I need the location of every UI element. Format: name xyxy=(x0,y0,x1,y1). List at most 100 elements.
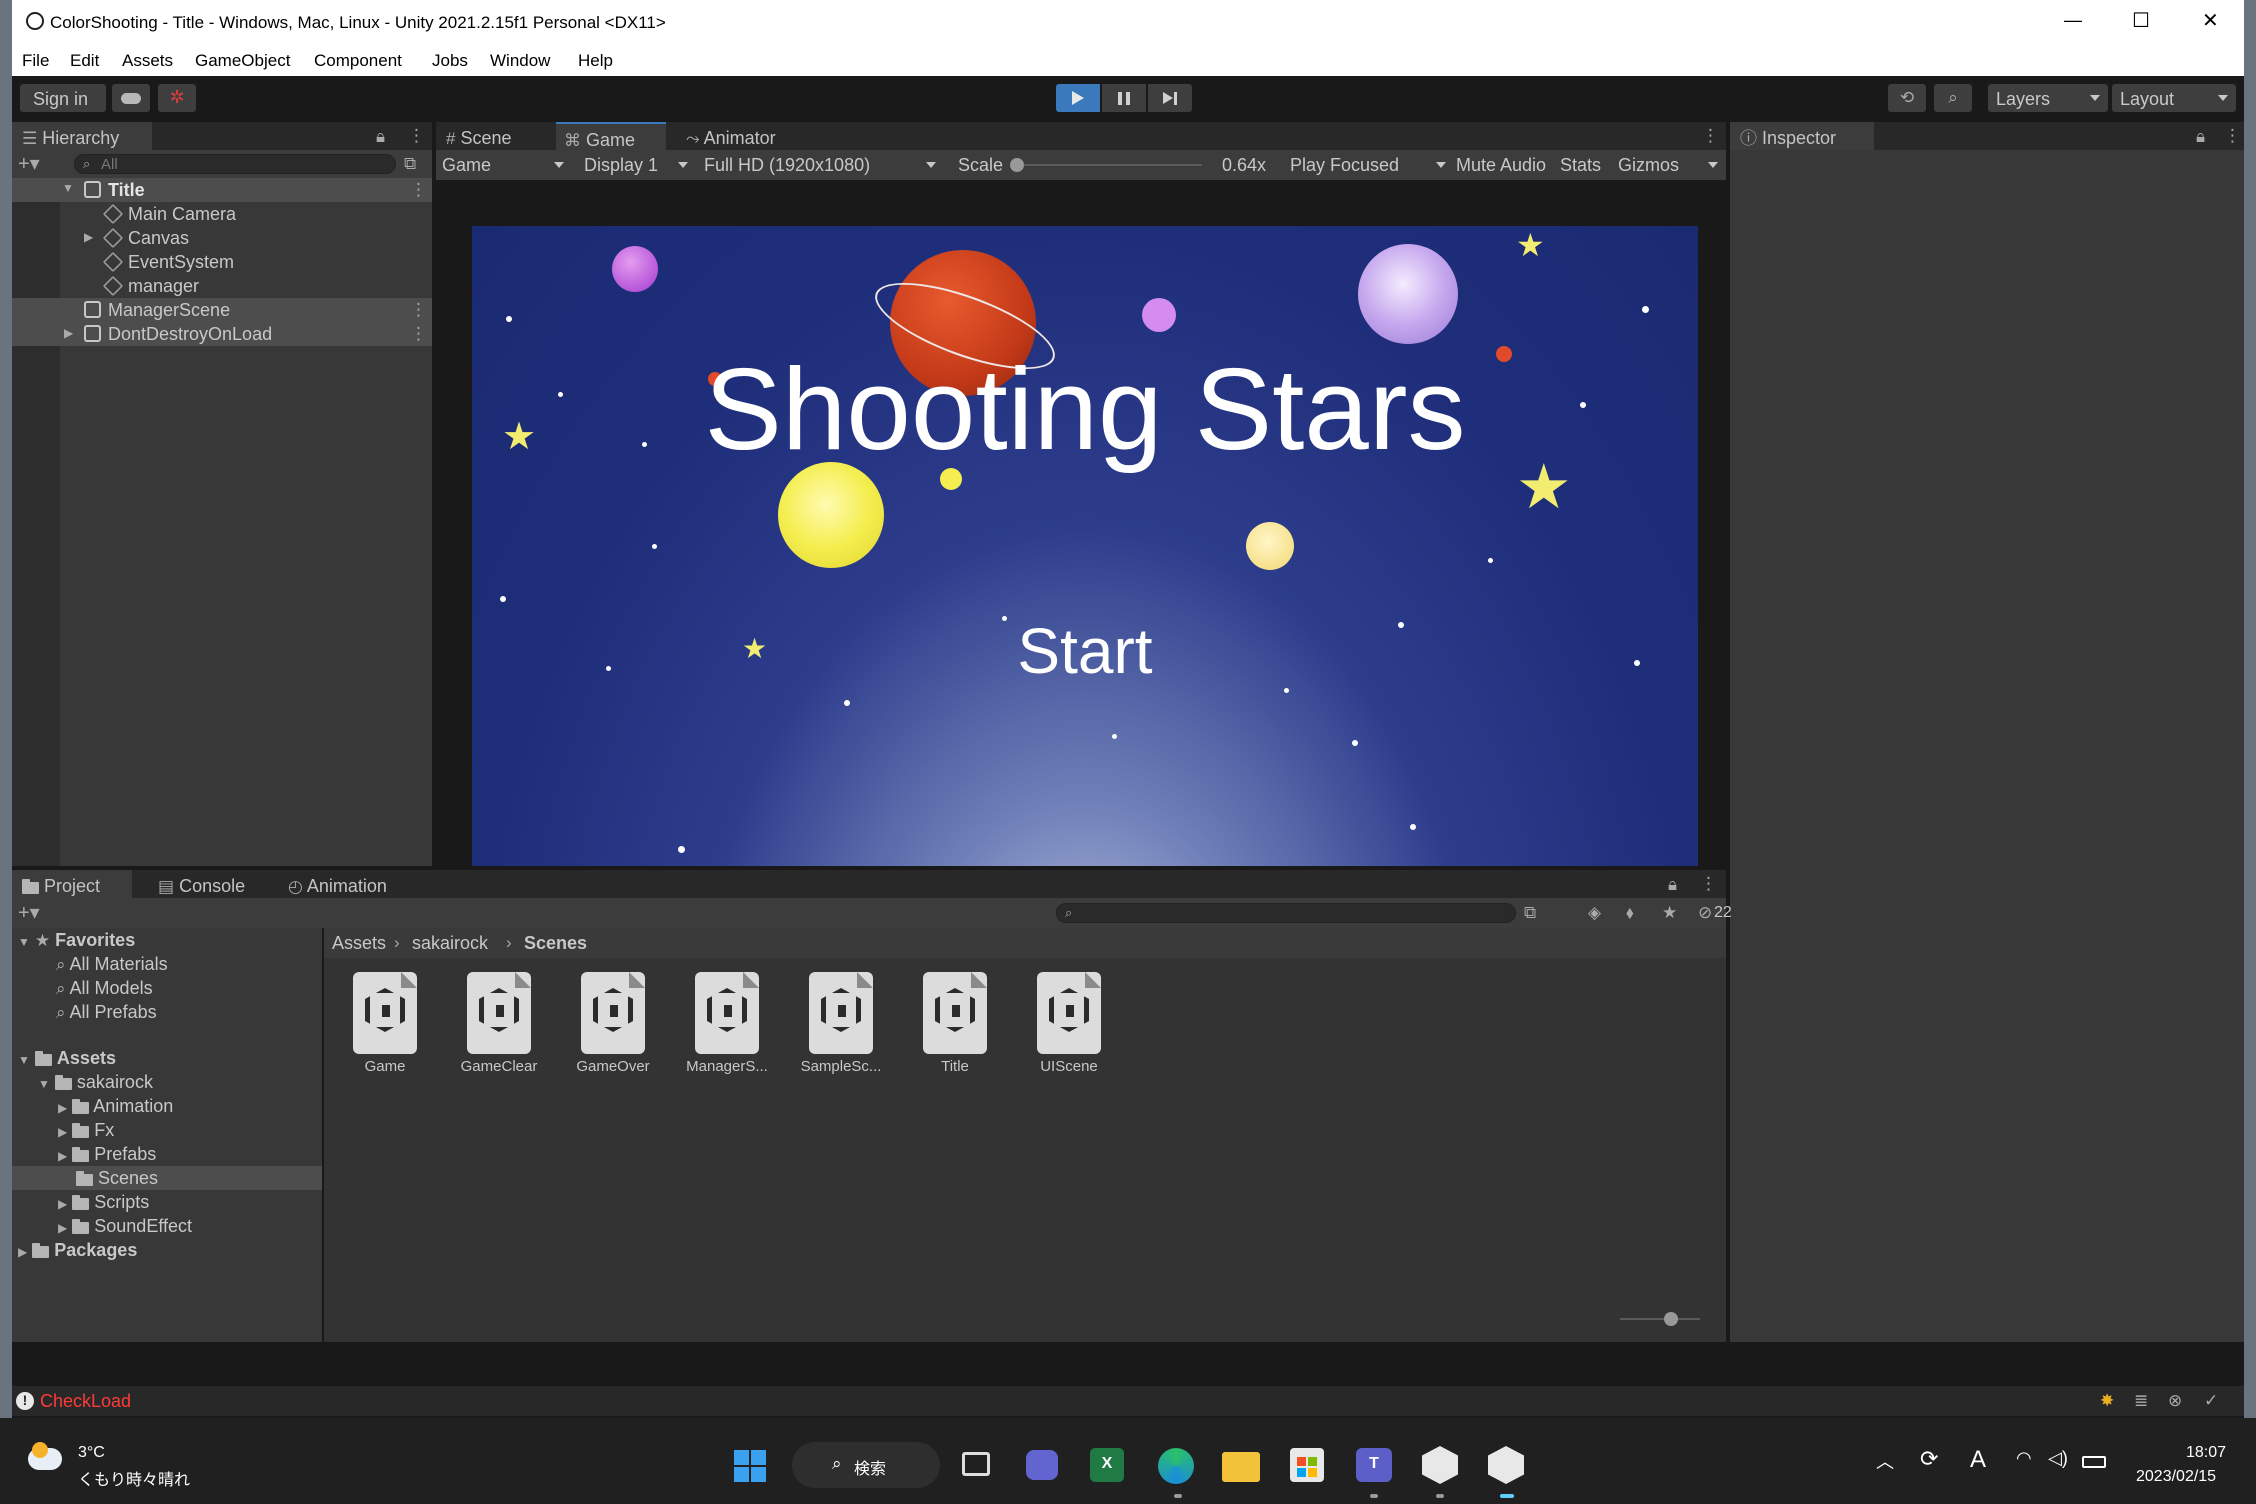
expand-arrow-icon[interactable]: ▶ xyxy=(58,1125,67,1139)
wifi-icon[interactable]: ◠ xyxy=(2016,1448,2032,1469)
tab-project[interactable]: Project xyxy=(12,870,132,898)
folder-item-fx[interactable]: ▶ Fx xyxy=(58,1120,114,1141)
breadcrumb-item[interactable]: sakairock xyxy=(412,933,488,954)
hidden-eye-icon[interactable]: ⊘ xyxy=(1698,904,1712,921)
cloud-icon[interactable] xyxy=(112,84,150,112)
display-dropdown[interactable]: Display 1 xyxy=(580,153,692,177)
unity-hub-icon[interactable] xyxy=(1422,1446,1458,1484)
maximize-button[interactable]: ☐ xyxy=(2132,8,2150,33)
folder-item-soundeffect[interactable]: ▶ SoundEffect xyxy=(58,1216,192,1237)
packages-row[interactable]: ▶ Packages xyxy=(18,1240,137,1261)
filter-type-icon[interactable]: ⧉ xyxy=(1524,904,1536,921)
pause-button[interactable] xyxy=(1102,84,1146,112)
menu-assets[interactable]: Assets xyxy=(122,51,173,71)
more-icon[interactable]: ⋮ xyxy=(410,301,427,318)
icon-size-slider[interactable] xyxy=(1620,1312,1700,1326)
hierarchy-row[interactable]: ▶ Canvas xyxy=(12,226,432,250)
minimize-button[interactable]: — xyxy=(2064,10,2082,31)
scene-asset[interactable]: UIScene xyxy=(1028,972,1110,1075)
expand-arrow-icon[interactable]: ▼ xyxy=(18,1053,30,1067)
expand-arrow-icon[interactable]: ▶ xyxy=(18,1245,27,1259)
lock-icon[interactable]: 🔒︎ xyxy=(2196,128,2205,145)
favorite-item[interactable]: ⌕ All Models xyxy=(56,978,153,999)
project-search-input[interactable]: ⌕ xyxy=(1056,903,1516,923)
tray-chevron-icon[interactable]: ︿ xyxy=(1876,1448,1894,1474)
menu-component[interactable]: Component xyxy=(314,51,402,71)
play-focused-dropdown[interactable]: Play Focused xyxy=(1286,153,1450,177)
more-icon[interactable]: ⋮ xyxy=(410,181,427,198)
expand-arrow-icon[interactable]: ▶ xyxy=(58,1221,67,1235)
excel-icon[interactable]: X xyxy=(1090,1448,1124,1482)
menu-edit[interactable]: Edit xyxy=(70,51,99,71)
layers-dropdown[interactable]: Layers xyxy=(1988,84,2108,112)
favorite-star-icon[interactable]: ★ xyxy=(1662,904,1677,921)
menu-window[interactable]: Window xyxy=(490,51,550,71)
battery-icon[interactable] xyxy=(2082,1456,2106,1468)
task-view-icon[interactable] xyxy=(962,1452,990,1476)
more-icon[interactable]: ⋮ xyxy=(1700,875,1717,892)
clock-time[interactable]: 18:07 xyxy=(2186,1444,2226,1462)
tab-scene[interactable]: # Scene xyxy=(436,122,554,150)
ime-indicator[interactable]: A xyxy=(1970,1446,1986,1474)
expand-arrow-icon[interactable]: ▶ xyxy=(84,231,93,243)
hierarchy-row[interactable]: EventSystem xyxy=(12,250,432,274)
filter-label-icon[interactable]: ◈ xyxy=(1588,904,1601,921)
lock-icon[interactable]: 🔒︎ xyxy=(1668,876,1677,893)
scene-asset[interactable]: GameOver xyxy=(572,972,654,1075)
folder-item-scenes-selected[interactable]: Scenes xyxy=(12,1166,322,1190)
favorites-row[interactable]: ▼ ★ Favorites xyxy=(18,930,135,951)
hierarchy-row-title[interactable]: ▼ Title ⋮ xyxy=(12,178,432,202)
start-button[interactable]: Start xyxy=(472,614,1698,688)
teams-chat-icon[interactable] xyxy=(1026,1450,1058,1480)
expand-arrow-icon[interactable]: ▼ xyxy=(62,182,74,194)
favorite-item[interactable]: ⌕ All Prefabs xyxy=(56,1002,157,1023)
layout-dropdown[interactable]: Layout xyxy=(2112,84,2236,112)
slider-handle[interactable] xyxy=(1010,158,1024,172)
clock-date[interactable]: 2023/02/15 xyxy=(2136,1468,2216,1486)
add-icon[interactable]: +▾ xyxy=(18,154,40,174)
more-icon[interactable]: ⋮ xyxy=(1702,127,1719,144)
breadcrumb-item[interactable]: Assets xyxy=(332,933,386,954)
file-explorer-icon[interactable] xyxy=(1222,1452,1260,1482)
folder-item-animation[interactable]: ▶ Animation xyxy=(58,1096,173,1117)
tab-animation[interactable]: ◴ Animation xyxy=(278,870,418,898)
lock-icon[interactable]: 🔒︎ xyxy=(376,128,385,145)
more-icon[interactable]: ⋮ xyxy=(408,127,425,144)
expand-arrow-icon[interactable]: ▼ xyxy=(38,1077,50,1091)
game-render[interactable]: ★ ★ ★ ★ Shooting Stars Start xyxy=(472,226,1698,866)
scene-asset[interactable]: Game xyxy=(344,972,426,1075)
bug-icon[interactable]: ✸ xyxy=(2100,1392,2114,1409)
taskbar-search[interactable]: ⌕ 検索 xyxy=(792,1442,940,1488)
game-mode-dropdown[interactable]: Game xyxy=(438,153,568,177)
hierarchy-row-managerscene[interactable]: ManagerScene ⋮ xyxy=(12,298,432,322)
add-icon[interactable]: +▾ xyxy=(18,903,40,923)
tag-icon[interactable]: ⬧ xyxy=(1626,904,1634,921)
cache-icon[interactable]: ≣ xyxy=(2134,1392,2148,1409)
filter-icon[interactable]: ⧉ xyxy=(404,155,416,172)
resolution-dropdown[interactable]: Full HD (1920x1080) xyxy=(700,153,940,177)
scene-asset[interactable]: Title xyxy=(914,972,996,1075)
scene-asset[interactable]: ManagerS... xyxy=(686,972,768,1075)
network-icon[interactable]: ⊗ xyxy=(2168,1392,2182,1409)
sync-icon[interactable]: ⟳ xyxy=(1920,1446,1938,1472)
breadcrumb-item-current[interactable]: Scenes xyxy=(524,933,587,954)
sakairock-row[interactable]: ▼ sakairock xyxy=(38,1072,153,1093)
unity-editor-icon[interactable] xyxy=(1488,1446,1524,1484)
check-icon[interactable]: ✓ xyxy=(2204,1392,2218,1409)
tab-console[interactable]: ▤ Console xyxy=(148,870,268,898)
tab-inspector[interactable]: ⓘ Inspector xyxy=(1730,122,1874,150)
hierarchy-row-dontdestroy[interactable]: ▶ DontDestroyOnLoad ⋮ xyxy=(12,322,432,346)
sign-in-button[interactable]: Sign in xyxy=(20,84,106,112)
collab-icon[interactable]: ✲ xyxy=(158,84,196,112)
slider-handle[interactable] xyxy=(1664,1312,1678,1326)
hierarchy-search-input[interactable]: ⌕ All xyxy=(74,154,396,174)
more-icon[interactable]: ⋮ xyxy=(410,325,427,342)
play-button[interactable] xyxy=(1056,84,1100,112)
expand-arrow-icon[interactable]: ▶ xyxy=(58,1197,67,1211)
folder-item-prefabs[interactable]: ▶ Prefabs xyxy=(58,1144,156,1165)
menu-help[interactable]: Help xyxy=(578,51,613,71)
hierarchy-row[interactable]: Main Camera xyxy=(12,202,432,226)
favorite-item[interactable]: ⌕ All Materials xyxy=(56,954,168,975)
history-icon[interactable]: ⟲ xyxy=(1888,84,1926,112)
scene-asset[interactable]: SampleSc... xyxy=(800,972,882,1075)
